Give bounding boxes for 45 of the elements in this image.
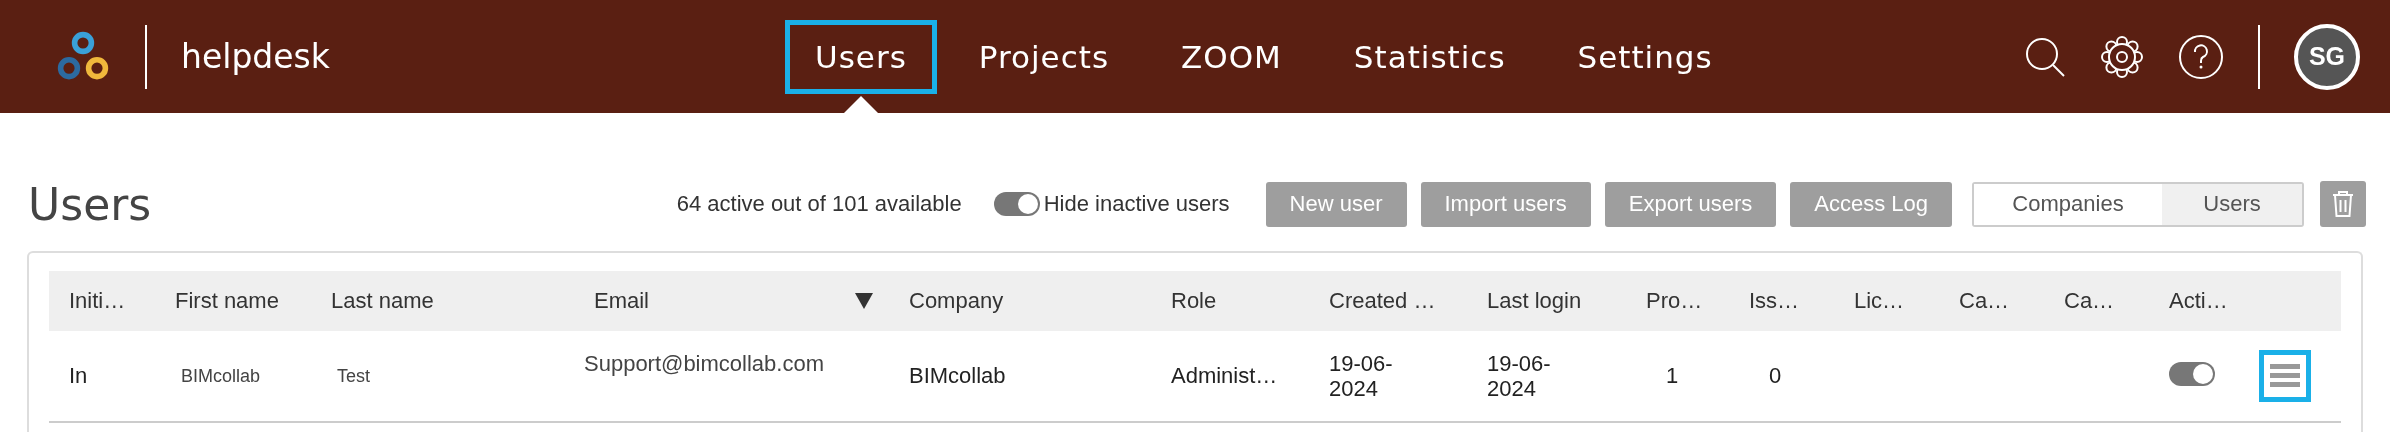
- app-name: helpdesk: [181, 37, 330, 76]
- nav-tab[interactable]: Users: [785, 19, 937, 94]
- table-cell: 19-06-2024: [1487, 350, 1551, 401]
- search-icon[interactable]: [2024, 35, 2066, 78]
- column-header[interactable]: Company: [909, 288, 1004, 314]
- column-header[interactable]: Ca…: [2064, 288, 2115, 314]
- table-cell: Test: [337, 365, 370, 386]
- column-header[interactable]: Initi…: [69, 288, 126, 314]
- column-header[interactable]: Iss…: [1749, 288, 1800, 314]
- column-header[interactable]: Last login: [1487, 288, 1582, 314]
- column-header[interactable]: Ca…: [1959, 288, 2010, 314]
- column-header[interactable]: First name: [175, 288, 279, 314]
- table-cell: BIMcollab: [909, 363, 1006, 388]
- page-title: Users: [28, 178, 152, 230]
- table-cell: Support@bimcollab.com: [584, 351, 824, 376]
- delete-button[interactable]: [2320, 181, 2366, 227]
- toggle-switch[interactable]: [993, 192, 1040, 216]
- nav-tab[interactable]: ZOOM: [1151, 19, 1312, 94]
- column-header[interactable]: Acti…: [2169, 288, 2228, 314]
- help-icon[interactable]: [2178, 33, 2224, 80]
- menu-icon: [2270, 364, 2300, 388]
- column-header[interactable]: Role: [1171, 288, 1217, 314]
- table-cell: Administ…: [1171, 363, 1278, 388]
- table-cell: 1: [1666, 363, 1679, 388]
- column-header[interactable]: Pro…: [1646, 288, 1703, 314]
- column-header[interactable]: Last name: [331, 288, 434, 314]
- active-toggle[interactable]: [2169, 362, 2215, 386]
- switch-option[interactable]: Users: [2162, 183, 2302, 225]
- table-cell: 0: [1769, 363, 1782, 388]
- nav-tab[interactable]: Settings: [1547, 19, 1743, 94]
- table-cell: In: [69, 363, 88, 388]
- sort-arrow-icon[interactable]: [855, 293, 873, 309]
- user-avatar[interactable]: SG: [2294, 23, 2360, 90]
- active-count: 64 active out of 101 available: [676, 191, 962, 217]
- column-header[interactable]: Created …: [1329, 288, 1436, 314]
- settings-icon[interactable]: [2100, 34, 2144, 79]
- nav-tab[interactable]: Statistics: [1323, 19, 1536, 94]
- table-cell: BIMcollab: [181, 365, 261, 386]
- column-header[interactable]: Email: [594, 288, 649, 314]
- column-header[interactable]: Lic…: [1854, 288, 1905, 314]
- nav-tab[interactable]: Projects: [948, 19, 1140, 94]
- toggle-label: Hide inactive users: [1043, 191, 1230, 217]
- trash-icon: [2332, 190, 2354, 218]
- table-cell: 19-06-2024: [1329, 350, 1393, 401]
- row-menu-button[interactable]: [2259, 350, 2311, 402]
